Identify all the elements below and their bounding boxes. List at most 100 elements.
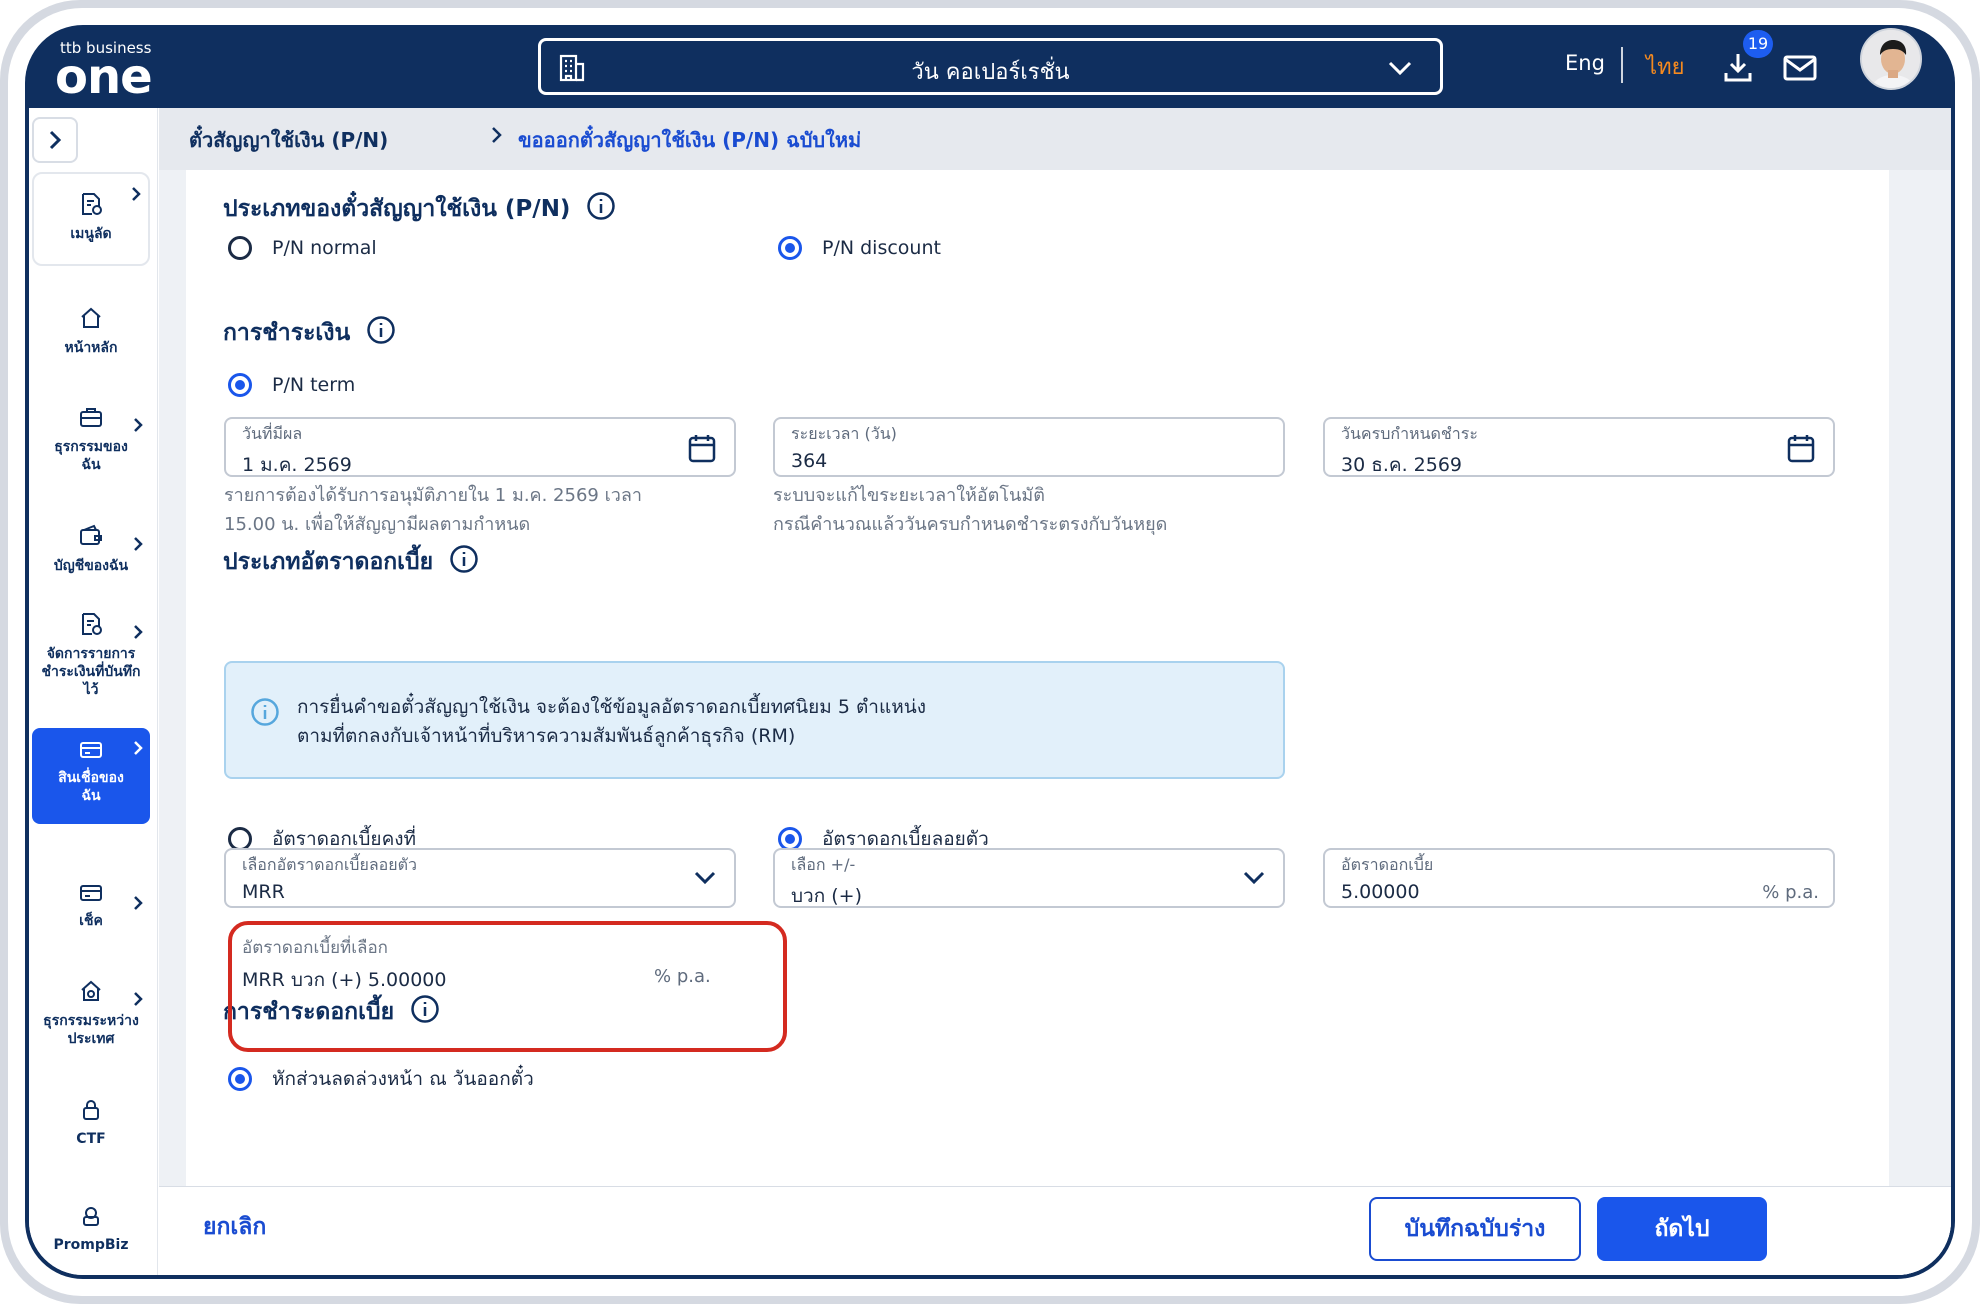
sidebar-item-my-transactions[interactable]: ธุรกรรมของฉัน bbox=[32, 405, 150, 474]
radio-label: P/N term bbox=[272, 374, 356, 396]
field-label: อัตราดอกเบี้ย bbox=[1341, 855, 1434, 874]
lock-icon bbox=[32, 1099, 150, 1126]
radio-label: P/N discount bbox=[822, 237, 941, 259]
section-title-pn-type: ประเภทของตั๋วสัญญาใช้เงิน (P/N) bbox=[223, 191, 616, 227]
avatar[interactable] bbox=[1860, 28, 1922, 90]
calendar-icon[interactable] bbox=[688, 433, 716, 467]
radio-circle bbox=[228, 236, 252, 260]
sidebar-item-label: เช็ค bbox=[79, 913, 103, 929]
breadcrumb: ตั๋วสัญญาใช้เงิน (P/N) ขอออกตั๋วสัญญาใช้… bbox=[159, 108, 1951, 170]
sidebar-item-home[interactable]: หน้าหลัก bbox=[32, 306, 150, 357]
breadcrumb-item-new-pn: ขอออกตั๋วสัญญาใช้เงิน (P/N) ฉบับใหม่ bbox=[518, 128, 862, 152]
app-screen: ttb business one วัน คอเปอร์เรชั่น Eng ไ… bbox=[25, 25, 1955, 1279]
main-content: ประเภทของตั๋วสัญญาใช้เงิน (P/N) P/N norm… bbox=[159, 170, 1951, 1275]
next-button[interactable]: ถัดไป bbox=[1597, 1197, 1767, 1261]
sidebar-item-label: CTF bbox=[76, 1131, 106, 1147]
notice-line: ตามที่ตกลงกับเจ้าหน้าที่บริหารความสัมพัน… bbox=[297, 725, 796, 747]
chevron-right-icon bbox=[132, 991, 144, 1012]
info-icon[interactable] bbox=[586, 191, 616, 227]
radio-label: หักส่วนลดล่วงหน้า ณ วันออกตั๋ว bbox=[272, 1068, 534, 1090]
hint-line: รายการต้องได้รับการอนุมัติภายใน 1 ม.ค. 2… bbox=[224, 485, 642, 506]
section-title-text: ประเภทของตั๋วสัญญาใช้เงิน (P/N) bbox=[223, 196, 571, 222]
field-value: 30 ธ.ค. 2569 bbox=[1341, 454, 1462, 476]
prompbiz-icon bbox=[32, 1205, 150, 1232]
radio-pn-term[interactable]: P/N term bbox=[228, 373, 355, 397]
sidebar-item-ctf[interactable]: CTF bbox=[32, 1099, 150, 1148]
radio-pn-discount[interactable]: P/N discount bbox=[778, 236, 941, 260]
info-icon[interactable] bbox=[366, 315, 396, 351]
sidebar: เมนูลัด หน้าหลัก ธุรกรรมของฉัน บัญชีของฉ… bbox=[29, 108, 158, 1275]
sidebar-item-saved-payments[interactable]: จัดการรายการชำระเงินที่บันทึกไว้ bbox=[32, 612, 150, 699]
sidebar-item-label: จัดการรายการชำระเงินที่บันทึกไว้ bbox=[41, 646, 141, 698]
sign-select[interactable]: เลือก +/- บวก (+) bbox=[773, 848, 1285, 908]
effective-date-hint: รายการต้องได้รับการอนุมัติภายใน 1 ม.ค. 2… bbox=[224, 481, 642, 539]
sidebar-item-shortcut[interactable]: เมนูลัด bbox=[32, 172, 150, 266]
hint-line: กรณีคำนวณแล้ววันครบกำหนดชำระตรงกับวันหยุ… bbox=[773, 514, 1168, 535]
chevron-right-icon bbox=[130, 186, 142, 207]
chevron-down-icon bbox=[694, 870, 716, 889]
section-title-text: การชำระเงิน bbox=[223, 320, 351, 346]
chevron-right-icon bbox=[132, 740, 144, 761]
info-icon bbox=[250, 697, 280, 731]
save-draft-button[interactable]: บันทึกฉบับร่าง bbox=[1369, 1197, 1581, 1261]
lang-eng-button[interactable]: Eng bbox=[1565, 51, 1605, 75]
field-label: เลือก +/- bbox=[791, 855, 856, 874]
mail-icon[interactable] bbox=[1783, 55, 1817, 85]
notice-line: การยื่นคำขอตั๋วสัญญาใช้เงิน จะต้องใช้ข้อ… bbox=[297, 696, 927, 718]
field-value: 5.00000 bbox=[1341, 881, 1420, 903]
field-label: ระยะเวลา (วัน) bbox=[791, 424, 897, 443]
company-name: วัน คอเปอร์เรชั่น bbox=[911, 60, 1070, 85]
chevron-down-icon bbox=[1243, 870, 1265, 889]
radio-circle bbox=[228, 373, 252, 397]
highlight-box bbox=[228, 921, 787, 1052]
chevron-right-icon bbox=[132, 624, 144, 645]
radio-circle bbox=[228, 1067, 252, 1091]
floating-rate-select[interactable]: เลือกอัตราดอกเบี้ยลอยตัว MRR bbox=[224, 848, 736, 908]
field-unit: % p.a. bbox=[1762, 882, 1819, 903]
sidebar-toggle-button[interactable] bbox=[32, 117, 78, 163]
chevron-right-icon bbox=[132, 895, 144, 916]
sidebar-item-label: ธุรกรรมของฉัน bbox=[54, 439, 128, 473]
logo[interactable]: one bbox=[55, 49, 153, 105]
lang-divider bbox=[1621, 47, 1623, 83]
field-label: วันครบกำหนดชำระ bbox=[1341, 424, 1478, 443]
duration-field[interactable]: ระยะเวลา (วัน) 364 bbox=[773, 417, 1285, 477]
sidebar-item-international[interactable]: ธุรกรรมระหว่างประเทศ bbox=[32, 979, 150, 1048]
app-body: เมนูลัด หน้าหลัก ธุรกรรมของฉัน บัญชีของฉ… bbox=[29, 108, 1951, 1275]
interest-rate-input[interactable]: อัตราดอกเบี้ย 5.00000 % p.a. bbox=[1323, 848, 1835, 908]
field-label: วันที่มีผล bbox=[242, 424, 303, 443]
sidebar-item-my-accounts[interactable]: บัญชีของฉัน bbox=[32, 524, 150, 575]
download-badge: 19 bbox=[1743, 30, 1773, 58]
hint-line: 15.00 น. เพื่อให้สัญญามีผลตามกำหนด bbox=[224, 514, 531, 535]
calendar-icon[interactable] bbox=[1787, 433, 1815, 467]
field-value: 1 ม.ค. 2569 bbox=[242, 454, 352, 476]
radio-pn-normal[interactable]: P/N normal bbox=[228, 236, 377, 260]
rate-info-notice: การยื่นคำขอตั๋วสัญญาใช้เงิน จะต้องใช้ข้อ… bbox=[224, 661, 1285, 779]
form-panel: ประเภทของตั๋วสัญญาใช้เงิน (P/N) P/N norm… bbox=[186, 170, 1889, 1275]
home-icon bbox=[32, 306, 150, 335]
breadcrumb-item-pn[interactable]: ตั๋วสัญญาใช้เงิน (P/N) bbox=[189, 124, 388, 156]
download-icon[interactable] bbox=[1722, 51, 1754, 87]
field-value: บวก (+) bbox=[791, 885, 863, 907]
sidebar-item-label: PrompBiz bbox=[53, 1237, 129, 1253]
radio-discount-upfront[interactable]: หักส่วนลดล่วงหน้า ณ วันออกตั๋ว bbox=[228, 1064, 534, 1094]
company-select[interactable]: วัน คอเปอร์เรชั่น bbox=[538, 38, 1443, 95]
field-value: MRR bbox=[242, 881, 285, 903]
info-icon[interactable] bbox=[449, 544, 479, 580]
sidebar-item-label: บัญชีของฉัน bbox=[53, 558, 129, 574]
sidebar-item-my-loans[interactable]: สินเชื่อของฉัน bbox=[32, 728, 150, 824]
section-title-payment: การชำระเงิน bbox=[223, 315, 396, 351]
field-label: เลือกอัตราดอกเบี้ยลอยตัว bbox=[242, 855, 417, 874]
due-date-field[interactable]: วันครบกำหนดชำระ 30 ธ.ค. 2569 bbox=[1323, 417, 1835, 477]
chevron-right-icon bbox=[132, 536, 144, 557]
cancel-button[interactable]: ยกเลิก bbox=[203, 1209, 266, 1245]
lang-thai-button[interactable]: ไทย bbox=[1646, 49, 1684, 84]
radio-circle bbox=[778, 236, 802, 260]
sidebar-item-label: เมนูลัด bbox=[70, 226, 112, 242]
sidebar-item-cheque[interactable]: เช็ค bbox=[32, 883, 150, 930]
sidebar-item-prompbiz[interactable]: PrompBiz bbox=[32, 1205, 150, 1254]
effective-date-field[interactable]: วันที่มีผล 1 ม.ค. 2569 bbox=[224, 417, 736, 477]
chevron-right-icon bbox=[132, 417, 144, 438]
sidebar-item-label: สินเชื่อของฉัน bbox=[58, 770, 124, 804]
duration-hint: ระบบจะแก้ไขระยะเวลาให้อัตโนมัติ กรณีคำนว… bbox=[773, 481, 1167, 539]
